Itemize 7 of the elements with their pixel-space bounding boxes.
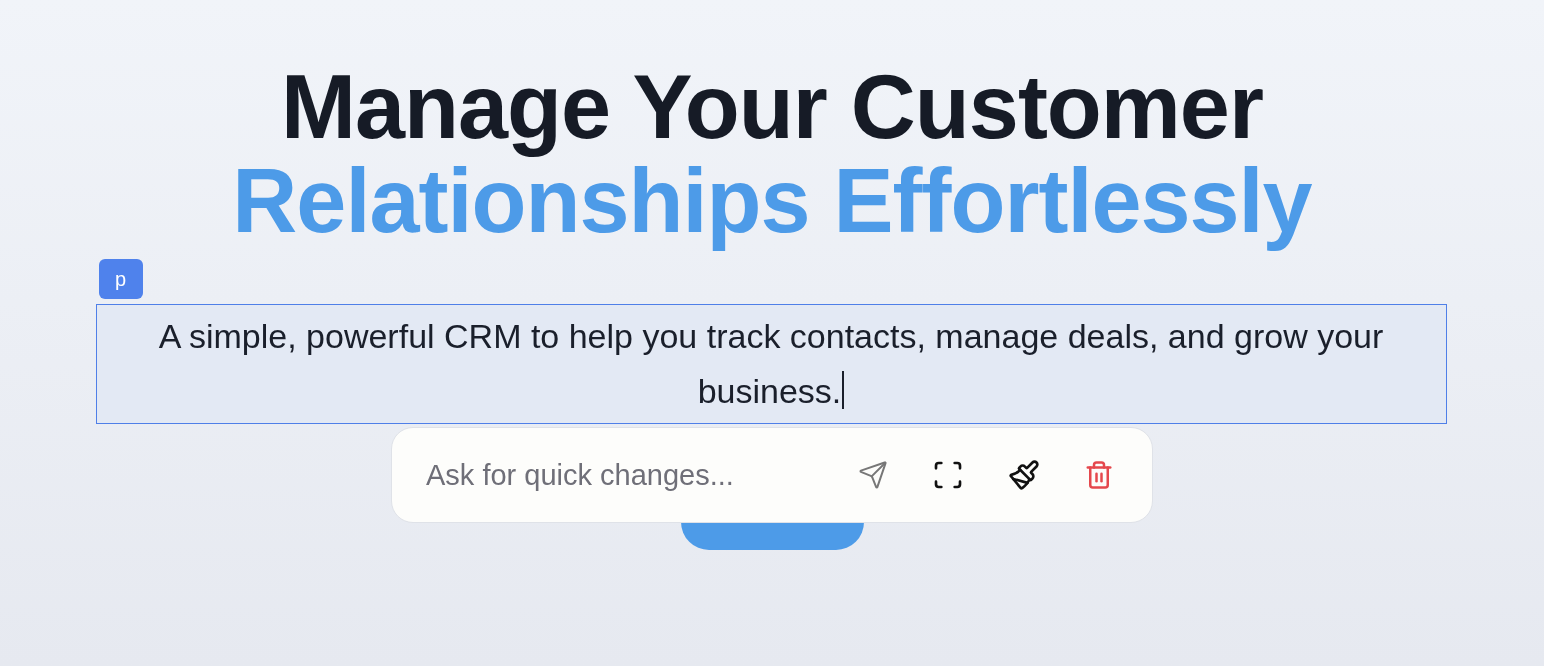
scan-frame-icon <box>932 459 964 491</box>
quick-changes-input[interactable]: Ask for quick changes... <box>424 457 820 493</box>
trash-icon <box>1084 460 1114 490</box>
paintbrush-icon <box>1008 459 1040 491</box>
subtitle-paragraph: A simple, powerful CRM to help you track contacts, manage deals, and grow your business. <box>156 309 1386 419</box>
element-tag-badge: p <box>98 259 143 299</box>
send-icon <box>858 460 888 490</box>
